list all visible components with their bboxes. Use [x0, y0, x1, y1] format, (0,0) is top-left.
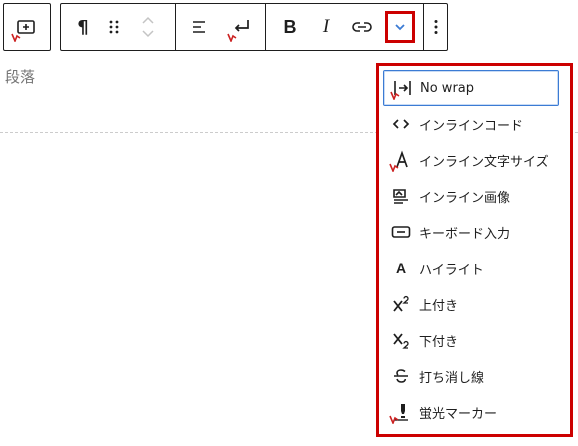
menu-item-inline-image[interactable]: インライン画像 [383, 178, 559, 214]
menu-item-inline-font-size[interactable]: インライン文字サイズ [383, 142, 559, 178]
image-icon [383, 178, 419, 214]
drag-handle-icon [109, 20, 119, 34]
add-block-group [3, 3, 51, 51]
subscript-icon [383, 322, 419, 358]
add-block-button[interactable] [4, 4, 50, 50]
toolbar-divider [175, 4, 176, 50]
menu-item-label: No wrap [420, 80, 475, 96]
line-break-icon [227, 15, 253, 42]
align-button[interactable] [183, 4, 217, 50]
menu-item-label: 上付き [419, 298, 459, 314]
bold-icon: B [283, 16, 297, 37]
menu-item-subscript[interactable]: 下付き [383, 322, 559, 358]
bold-button[interactable]: B [273, 4, 307, 50]
menu-item-label: インラインコード [419, 118, 524, 134]
move-up-down-button[interactable] [133, 4, 163, 50]
menu-item-label: 下付き [419, 334, 459, 350]
plugin-badge-icon [227, 33, 237, 42]
keyboard-icon [383, 214, 419, 250]
menu-item-label: キーボード入力 [419, 226, 511, 242]
italic-button[interactable]: I [309, 4, 343, 50]
no-wrap-icon [384, 70, 420, 106]
menu-item-label: インライン文字サイズ [419, 154, 549, 170]
menu-item-keyboard-input[interactable]: キーボード入力 [383, 214, 559, 250]
menu-item-highlight[interactable]: A ハイライト [383, 250, 559, 286]
italic-icon: I [322, 16, 330, 37]
line-break-button[interactable] [223, 4, 259, 50]
link-icon [352, 22, 372, 32]
more-formats-button[interactable] [385, 11, 415, 43]
toolbar-divider [265, 4, 266, 50]
strikethrough-icon [383, 358, 419, 394]
menu-item-label: 蛍光マーカー [419, 406, 498, 422]
menu-item-no-wrap[interactable]: No wrap [383, 70, 559, 106]
add-block-icon [11, 15, 39, 42]
code-icon [383, 106, 419, 142]
align-left-icon [193, 21, 205, 33]
plugin-badge-icon [11, 33, 21, 42]
menu-item-superscript[interactable]: 上付き [383, 286, 559, 322]
paragraph-block-button[interactable]: ¶ [65, 4, 101, 50]
move-up-down-icon [142, 16, 154, 38]
block-toolbar: ¶ B I [60, 3, 448, 51]
menu-item-label: インライン画像 [419, 190, 511, 206]
chevron-down-icon [395, 24, 405, 31]
superscript-icon [383, 286, 419, 322]
plugin-badge-icon [389, 415, 399, 424]
font-size-icon [383, 142, 419, 178]
plugin-badge-icon [390, 91, 400, 100]
pilcrow-icon: ¶ [77, 16, 89, 38]
menu-item-label: ハイライト [419, 262, 484, 278]
menu-item-strikethrough[interactable]: 打ち消し線 [383, 358, 559, 394]
options-button[interactable] [425, 4, 447, 50]
marker-icon [383, 394, 419, 430]
link-button[interactable] [345, 4, 379, 50]
format-dropdown-menu: No wrap インラインコード インライン文字サイズ インライン画像 キーボー… [376, 63, 573, 437]
menu-item-label: 打ち消し線 [419, 370, 485, 386]
more-vertical-icon [434, 20, 438, 34]
menu-item-marker[interactable]: 蛍光マーカー [383, 394, 559, 430]
menu-item-inline-code[interactable]: インラインコード [383, 106, 559, 142]
drag-handle[interactable] [99, 4, 129, 50]
plugin-badge-icon [389, 163, 399, 172]
highlight-icon: A [395, 260, 407, 276]
paragraph-placeholder[interactable]: 段落 [5, 66, 35, 87]
toolbar-divider [423, 4, 424, 50]
